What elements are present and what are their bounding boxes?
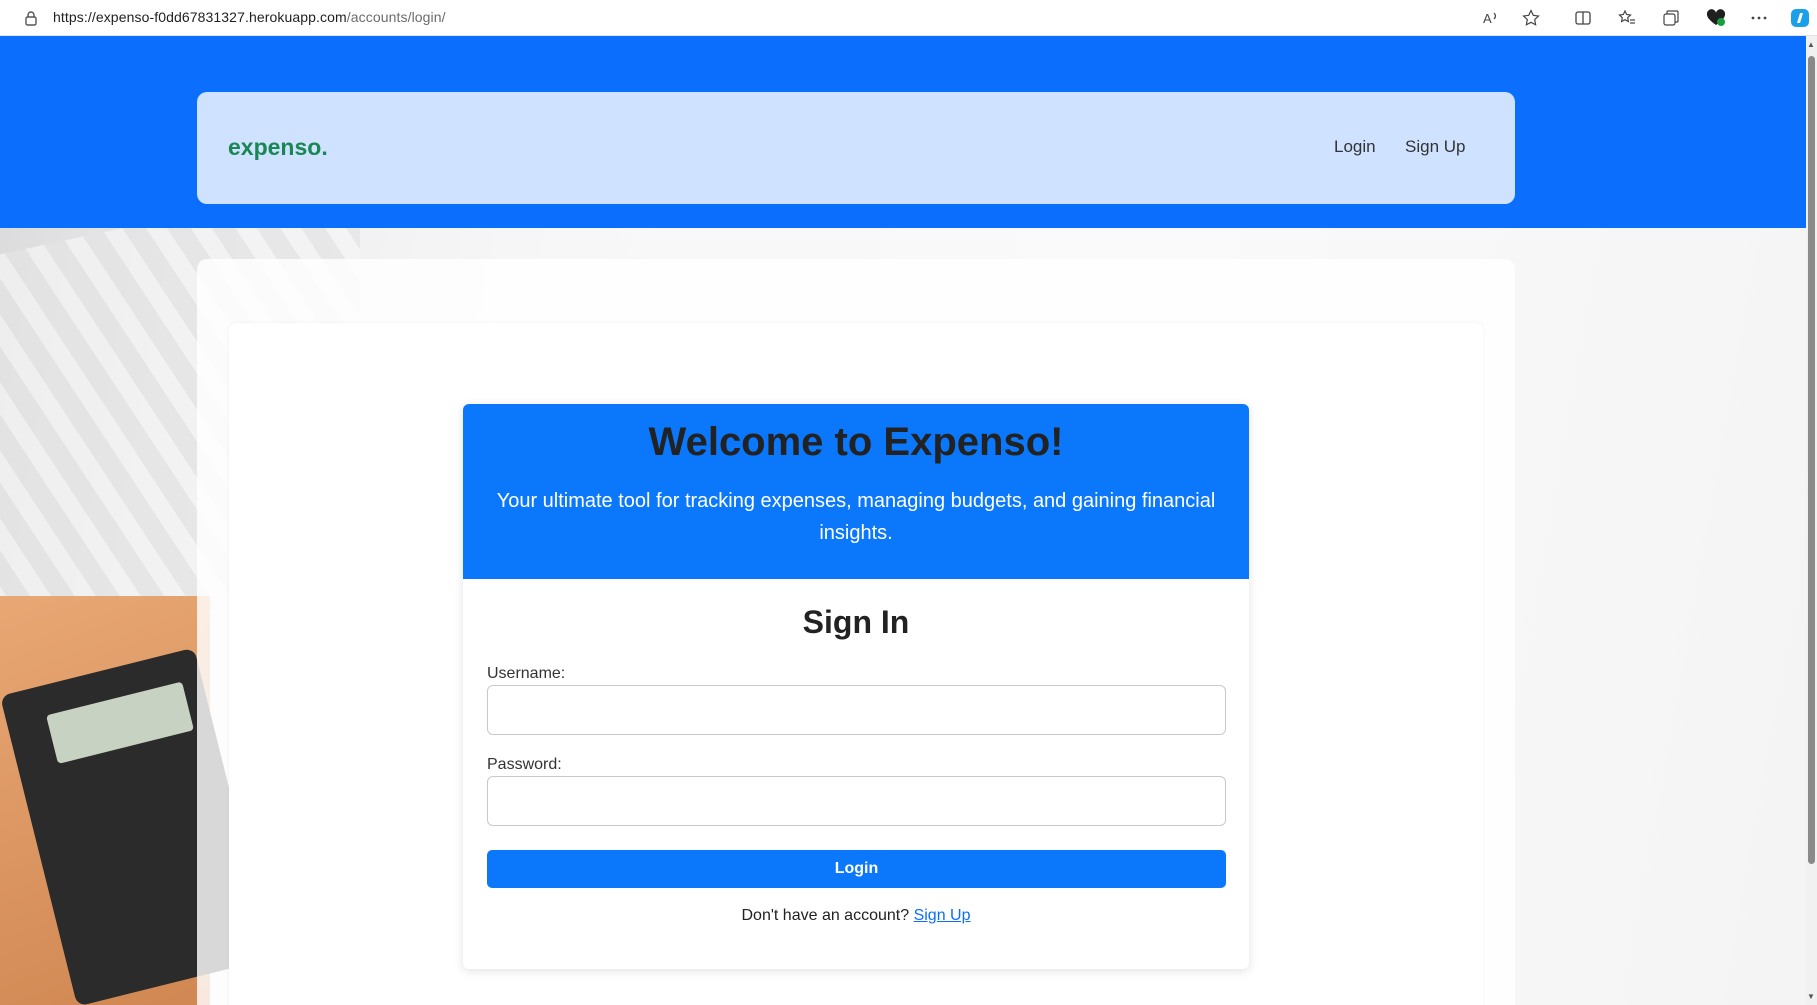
collections-icon[interactable] <box>1660 7 1682 29</box>
signin-title: Sign In <box>802 604 910 640</box>
login-button[interactable]: Login <box>487 850 1226 888</box>
scroll-thumb[interactable] <box>1808 56 1815 864</box>
svg-text:A: A <box>1483 11 1492 26</box>
header-band: expenso. Login Sign Up <box>0 36 1806 228</box>
copilot-icon[interactable] <box>1789 7 1811 29</box>
browser-essentials-icon[interactable] <box>1705 7 1727 29</box>
scroll-down-icon[interactable]: ▼ <box>1807 992 1815 1001</box>
read-aloud-icon[interactable]: A <box>1480 7 1502 29</box>
welcome-banner: Welcome to Expenso! Your ultimate tool f… <box>463 404 1249 579</box>
vertical-scrollbar[interactable]: ▲ ▼ <box>1806 36 1817 1005</box>
browser-toolbar: https://expenso-f0dd67831327.herokuapp.c… <box>0 0 1817 36</box>
scroll-up-icon[interactable]: ▲ <box>1807 40 1815 49</box>
signup-prompt-text: Don't have an account? <box>741 907 910 924</box>
username-label: Username: <box>487 665 566 682</box>
split-screen-icon[interactable] <box>1572 7 1594 29</box>
login-card: Welcome to Expenso! Your ultimate tool f… <box>463 404 1249 969</box>
url-host: https://expenso-f0dd67831327.herokuapp.c… <box>53 9 347 25</box>
page-viewport: expenso. Login Sign Up Welcome to Expens… <box>0 36 1806 1005</box>
favorites-icon[interactable] <box>1616 7 1638 29</box>
nav-signup-link[interactable]: Sign Up <box>1405 137 1465 157</box>
more-icon[interactable] <box>1748 7 1770 29</box>
password-label: Password: <box>487 756 562 773</box>
signup-prompt-line: Don't have an account? Sign Up <box>463 907 1249 925</box>
address-bar[interactable]: https://expenso-f0dd67831327.herokuapp.c… <box>53 9 446 25</box>
brand-logo[interactable]: expenso. <box>228 134 328 161</box>
welcome-title: Welcome to Expenso! <box>648 420 1064 464</box>
password-input[interactable] <box>487 776 1226 826</box>
username-input[interactable] <box>487 685 1226 735</box>
calculator-screen <box>46 681 195 764</box>
nav-login-link[interactable]: Login <box>1334 137 1376 157</box>
favorite-star-icon[interactable] <box>1520 7 1542 29</box>
url-path: /accounts/login/ <box>346 9 446 25</box>
signup-link[interactable]: Sign Up <box>914 907 971 924</box>
navbar: expenso. Login Sign Up <box>197 92 1515 204</box>
lock-icon[interactable] <box>24 10 38 26</box>
welcome-subtitle: Your ultimate tool for tracking expenses… <box>496 490 1216 544</box>
